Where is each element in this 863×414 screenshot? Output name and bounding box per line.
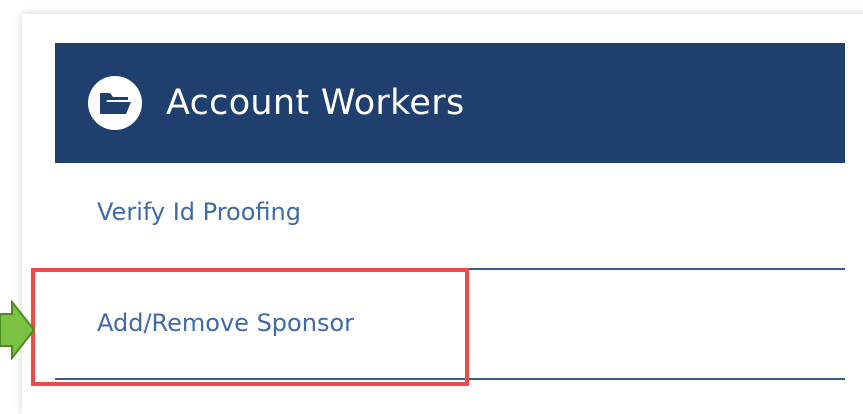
verify-id-proofing-link[interactable]: Verify Id Proofing bbox=[97, 198, 301, 226]
highlight-box bbox=[31, 268, 469, 386]
folder-open-icon bbox=[88, 76, 142, 130]
panel-header: Account Workers bbox=[55, 43, 845, 163]
green-arrow-icon bbox=[0, 299, 36, 361]
panel-title: Account Workers bbox=[166, 83, 465, 123]
